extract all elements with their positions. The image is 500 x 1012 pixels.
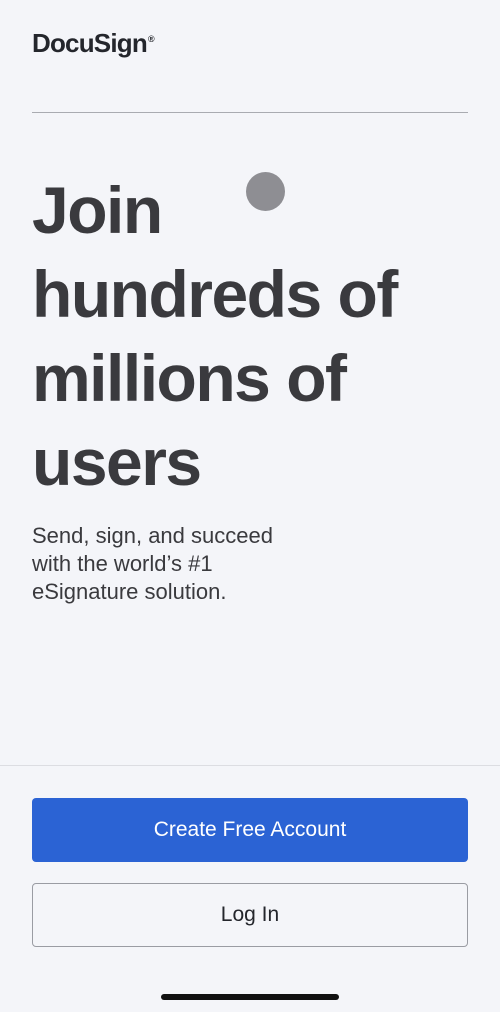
headline-line: users bbox=[32, 425, 202, 499]
create-free-account-button[interactable]: Create Free Account bbox=[32, 798, 468, 862]
hero-subtitle: Send, sign, and succeed with the world’s… bbox=[32, 522, 452, 606]
hero-headline: Join hundreds of millions of users bbox=[32, 168, 462, 504]
subtitle-line: eSignature solution. bbox=[32, 579, 227, 604]
logo-text: DocuSign bbox=[32, 28, 148, 58]
headline-line: millions of bbox=[32, 341, 347, 415]
actions-divider bbox=[0, 765, 500, 766]
subtitle-line: with the world’s #1 bbox=[32, 551, 213, 576]
header-divider bbox=[32, 112, 468, 113]
subtitle-line: Send, sign, and succeed bbox=[32, 523, 273, 548]
home-indicator[interactable] bbox=[161, 994, 339, 1000]
logo-registered-mark: ® bbox=[147, 34, 155, 45]
headline-line: Join bbox=[32, 173, 163, 247]
touch-indicator bbox=[246, 172, 285, 211]
headline-line: hundreds of bbox=[32, 257, 398, 331]
docusign-logo: DocuSign® bbox=[32, 28, 155, 59]
log-in-button[interactable]: Log In bbox=[32, 883, 468, 947]
